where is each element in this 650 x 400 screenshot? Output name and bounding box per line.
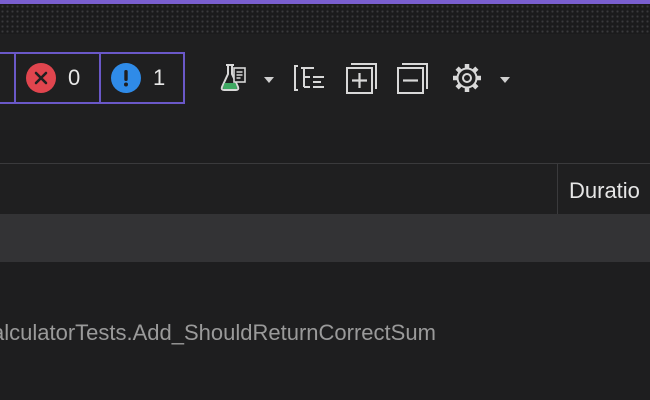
run-tests-dropdown-caret[interactable] [264, 77, 274, 83]
column-resize-handle[interactable] [557, 164, 558, 214]
hierarchy-list-icon [294, 63, 326, 93]
flask-test-icon [217, 62, 247, 94]
column-header-row: Duratio [0, 164, 650, 214]
run-tests-button[interactable] [214, 61, 250, 95]
expand-all-icon [345, 61, 379, 95]
test-list: alculatorTests.Add_ShouldReturnCorrectSu… [0, 262, 650, 400]
info-exclamation-icon [111, 63, 141, 93]
collapse-all-icon [396, 61, 430, 95]
error-x-icon [26, 63, 56, 93]
failed-count: 0 [68, 65, 81, 90]
selected-group-row[interactable] [0, 214, 650, 262]
gear-icon [450, 61, 484, 95]
tab-strip [0, 4, 650, 34]
test-item-name[interactable]: alculatorTests.Add_ShouldReturnCorrectSu… [0, 320, 436, 346]
group-by-button[interactable] [293, 61, 327, 95]
duration-column-header[interactable]: Duratio [569, 178, 640, 204]
not-run-count: 1 [153, 65, 166, 90]
not-run-tests-filter-button[interactable]: 1 [99, 52, 185, 104]
failed-tests-filter-button[interactable]: 0 [14, 52, 101, 104]
test-explorer-toolbar: 0 1 [0, 34, 650, 130]
collapse-all-button[interactable] [395, 61, 431, 95]
settings-button[interactable] [449, 61, 485, 95]
expand-all-button[interactable] [344, 61, 380, 95]
settings-dropdown-caret[interactable] [500, 77, 510, 83]
